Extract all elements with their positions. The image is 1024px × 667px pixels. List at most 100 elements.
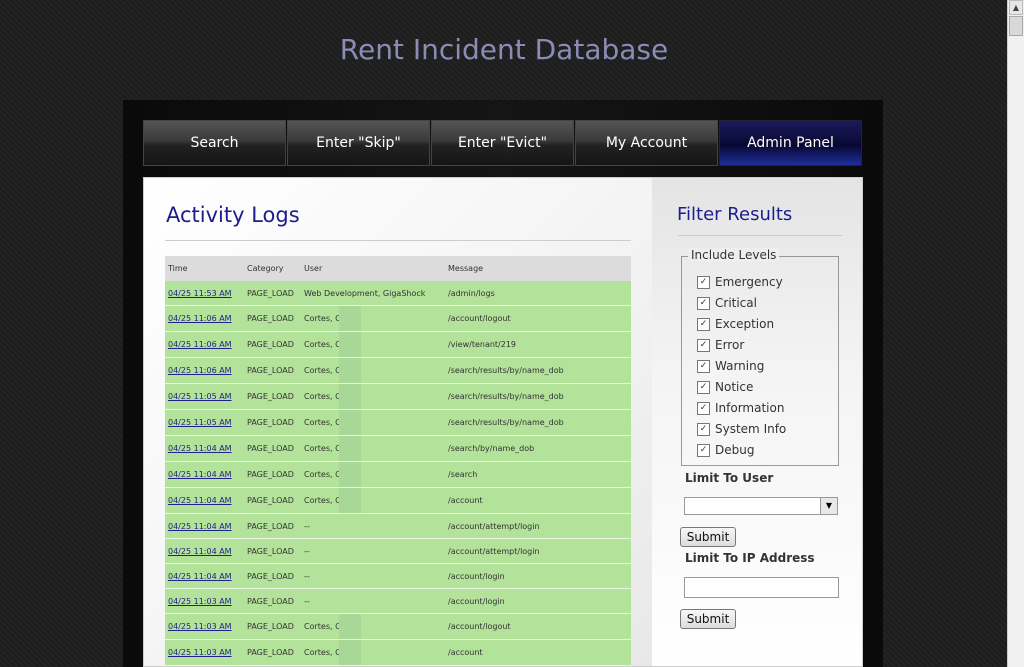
log-user: Cortes, O	[304, 444, 342, 453]
log-user: Web Development, GigaShock	[304, 288, 426, 298]
checkbox-icon[interactable]: ✓	[697, 359, 710, 373]
cell-time[interactable]: 04/25 11:05 AM	[165, 409, 244, 436]
cell-user: Cortes, O	[301, 613, 445, 640]
log-time-link[interactable]: 04/25 11:53 AM	[168, 289, 232, 298]
checkbox-icon[interactable]: ✓	[697, 380, 710, 394]
redaction-mask	[339, 332, 362, 357]
level-label: Debug	[715, 443, 755, 457]
log-time-link[interactable]: 04/25 11:05 AM	[168, 392, 232, 401]
level-option[interactable]: ✓ Error	[697, 336, 744, 354]
checkbox-icon[interactable]: ✓	[697, 317, 710, 331]
level-label: Exception	[715, 317, 775, 331]
cell-time[interactable]: 04/25 11:05 AM	[165, 383, 244, 410]
log-time-link[interactable]: 04/25 11:04 AM	[168, 522, 232, 531]
content-area: Activity Logs Time Category User Message…	[143, 177, 863, 667]
log-time-link[interactable]: 04/25 11:03 AM	[168, 648, 232, 657]
cell-time[interactable]: 04/25 11:06 AM	[165, 357, 244, 384]
levels-legend: Include Levels	[688, 248, 780, 262]
table-row: 04/25 11:04 AM PAGE_LOAD -- /account/attemp…	[165, 513, 631, 539]
chevron-down-icon[interactable]: ▼	[820, 498, 837, 514]
scroll-thumb[interactable]	[1009, 16, 1023, 36]
log-time-link[interactable]: 04/25 11:06 AM	[168, 366, 232, 375]
cell-time[interactable]: 04/25 11:04 AM	[165, 513, 244, 539]
user-select[interactable]: ▼	[684, 497, 838, 515]
table-row: 04/25 11:06 AM PAGE_LOAD Cortes, O/account…	[165, 305, 631, 332]
redaction-mask	[339, 462, 362, 487]
log-time-link[interactable]: 04/25 11:04 AM	[168, 496, 232, 505]
log-message: /account/attempt/login	[448, 521, 540, 531]
page-title: Activity Logs	[166, 203, 300, 227]
level-label: Critical	[715, 296, 757, 310]
ip-address-input[interactable]	[684, 577, 839, 598]
log-user: Cortes, O	[304, 314, 342, 323]
cell-message: /account/login	[445, 588, 631, 614]
cell-time[interactable]: 04/25 11:03 AM	[165, 613, 244, 640]
level-option[interactable]: ✓ Information	[697, 399, 784, 417]
log-time-link[interactable]: 04/25 11:04 AM	[168, 547, 232, 556]
level-option[interactable]: ✓ Exception	[697, 315, 774, 333]
log-category: PAGE_LOAD	[247, 546, 294, 556]
nav-search[interactable]: Search	[143, 120, 286, 166]
cell-user: Cortes, O	[301, 409, 445, 436]
cell-time[interactable]: 04/25 11:04 AM	[165, 461, 244, 488]
log-user: Cortes, O	[304, 392, 342, 401]
cell-time[interactable]: 04/25 11:06 AM	[165, 305, 244, 332]
scroll-up-icon[interactable]: ▲	[1009, 0, 1023, 15]
nav-my-account[interactable]: My Account	[575, 120, 718, 166]
cell-time[interactable]: 04/25 11:04 AM	[165, 563, 244, 589]
log-time-link[interactable]: 04/25 11:06 AM	[168, 340, 232, 349]
cell-category: PAGE_LOAD	[244, 305, 301, 332]
log-time-link[interactable]: 04/25 11:06 AM	[168, 314, 232, 323]
checkbox-icon[interactable]: ✓	[697, 401, 710, 415]
checkbox-icon[interactable]: ✓	[697, 338, 710, 352]
log-category: PAGE_LOAD	[247, 470, 294, 479]
col-header-user: User	[301, 256, 445, 281]
log-category: PAGE_LOAD	[247, 366, 294, 375]
cell-time[interactable]: 04/25 11:03 AM	[165, 639, 244, 666]
table-row: 04/25 11:06 AM PAGE_LOAD Cortes, O/search/…	[165, 357, 631, 384]
log-time-link[interactable]: 04/25 11:04 AM	[168, 572, 232, 581]
log-message: /search/by/name_dob	[448, 444, 535, 453]
level-option[interactable]: ✓ Warning	[697, 357, 764, 375]
level-option[interactable]: ✓ Notice	[697, 378, 753, 396]
checkbox-icon[interactable]: ✓	[697, 443, 710, 457]
nav-enter-skip[interactable]: Enter "Skip"	[287, 120, 430, 166]
level-option[interactable]: ✓ Critical	[697, 294, 757, 312]
cell-message: /account/login	[445, 563, 631, 589]
log-time-link[interactable]: 04/25 11:04 AM	[168, 444, 232, 453]
log-user: --	[304, 571, 310, 581]
log-user: --	[304, 546, 310, 556]
cell-time[interactable]: 04/25 11:53 AM	[165, 281, 244, 306]
redaction-mask	[339, 640, 362, 665]
nav-admin-panel[interactable]: Admin Panel	[719, 120, 862, 166]
cell-time[interactable]: 04/25 11:04 AM	[165, 538, 244, 564]
cell-time[interactable]: 04/25 11:04 AM	[165, 435, 244, 462]
checkbox-icon[interactable]: ✓	[697, 422, 710, 436]
cell-time[interactable]: 04/25 11:03 AM	[165, 588, 244, 614]
nav-enter-evict[interactable]: Enter "Evict"	[431, 120, 574, 166]
submit-user-button[interactable]: Submit	[680, 527, 736, 547]
log-user: Cortes, O	[304, 366, 342, 375]
log-message: /account/login	[448, 596, 505, 606]
level-option[interactable]: ✓ Debug	[697, 441, 754, 459]
table-row: 04/25 11:06 AM PAGE_LOAD Cortes, O/view/te…	[165, 331, 631, 358]
level-option[interactable]: ✓ Emergency	[697, 273, 783, 291]
log-time-link[interactable]: 04/25 11:03 AM	[168, 597, 232, 606]
cell-time[interactable]: 04/25 11:04 AM	[165, 487, 244, 514]
col-header-message: Message	[445, 256, 631, 281]
log-time-link[interactable]: 04/25 11:03 AM	[168, 622, 232, 631]
log-user: Cortes, O	[304, 622, 342, 631]
log-message: /admin/logs	[448, 288, 495, 298]
activity-log-table: Time Category User Message 04/25 11:53 A…	[165, 256, 631, 666]
cell-category: PAGE_LOAD	[244, 563, 301, 589]
page-scrollbar[interactable]: ▲	[1007, 0, 1024, 667]
checkbox-icon[interactable]: ✓	[697, 296, 710, 310]
level-label: Emergency	[715, 275, 783, 289]
log-time-link[interactable]: 04/25 11:05 AM	[168, 418, 232, 427]
log-time-link[interactable]: 04/25 11:04 AM	[168, 470, 232, 479]
level-option[interactable]: ✓ System Info	[697, 420, 786, 438]
cell-time[interactable]: 04/25 11:06 AM	[165, 331, 244, 358]
checkbox-icon[interactable]: ✓	[697, 275, 710, 289]
submit-ip-button[interactable]: Submit	[680, 609, 736, 629]
table-row: 04/25 11:03 AM PAGE_LOAD Cortes, O/account	[165, 639, 631, 666]
